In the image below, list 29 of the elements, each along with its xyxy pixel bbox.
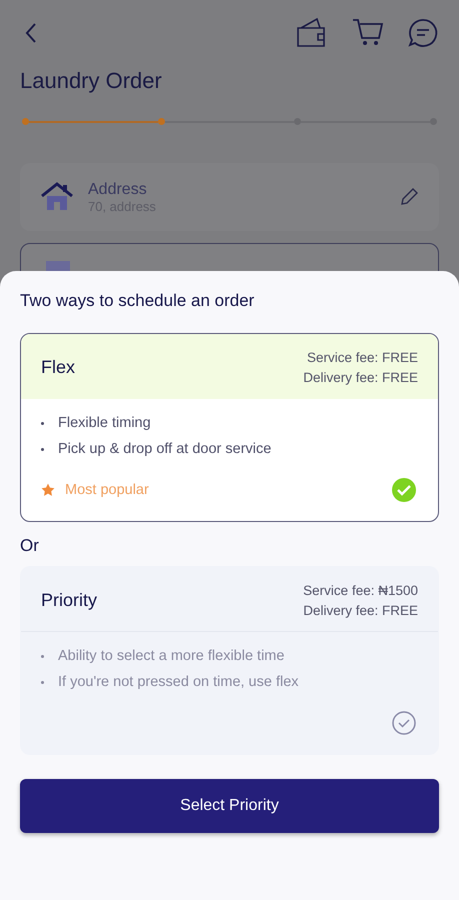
or-label: Or xyxy=(20,536,40,556)
check-circle-icon xyxy=(392,478,416,502)
star-icon xyxy=(41,483,55,497)
fee-text: Delivery fee: FREE xyxy=(303,602,418,618)
fee-text: Service fee: ₦1500 xyxy=(303,582,418,598)
check-circle-icon xyxy=(392,711,416,735)
feature-text: Ability to select a more flexible time xyxy=(58,648,284,664)
bullet-icon xyxy=(41,422,44,424)
option-card[interactable]: Priority Service fee: ₦1500 Delivery fee: FREE Ability to select a more flexible time If you're not pressed on time, use flex xyxy=(20,566,439,755)
feature-text: If you're not pressed on time, use flex xyxy=(58,674,299,690)
popular-label: Most popular xyxy=(65,482,149,498)
bullet-icon xyxy=(41,680,44,684)
bullet-icon xyxy=(41,654,44,658)
pencil-icon[interactable] xyxy=(399,187,419,207)
feature-text: Pick up & drop off at door service xyxy=(58,441,272,457)
page-title: Laundry Order xyxy=(20,68,163,94)
option-card[interactable]: Flex Service fee: FREE Delivery fee: FREE Flexible timing Pick up & drop off at door service Most popular xyxy=(20,333,439,522)
bullet-icon xyxy=(41,448,44,450)
option-title: Priority xyxy=(41,590,98,610)
fee-text: Delivery fee: FREE xyxy=(303,370,418,384)
chat-icon[interactable] xyxy=(407,17,439,49)
option-title: Flex xyxy=(41,356,76,378)
sheet-title: Two ways to schedule an order xyxy=(20,291,256,311)
address-label: Address xyxy=(88,180,148,198)
select-priority-button[interactable]: Select Priority xyxy=(20,779,439,833)
feature-text: Flexible timing xyxy=(58,415,151,431)
back-icon[interactable] xyxy=(24,22,38,44)
fee-text: Service fee: FREE xyxy=(306,350,418,364)
home-icon xyxy=(40,182,74,212)
